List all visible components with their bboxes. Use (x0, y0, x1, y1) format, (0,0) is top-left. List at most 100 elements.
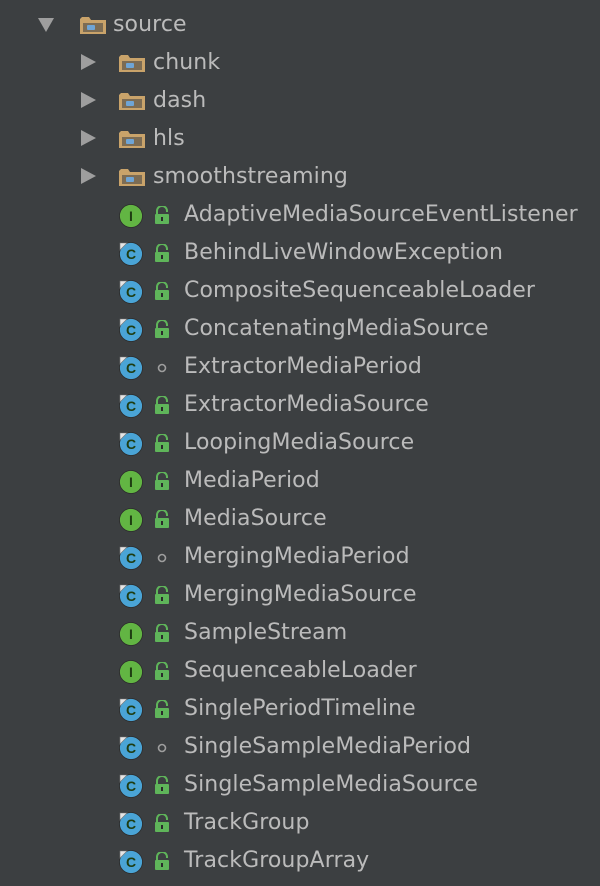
class-icon: C (118, 811, 144, 837)
kind-letter: C (126, 398, 136, 414)
tree-row-ExtractorMediaPeriod[interactable]: C ExtractorMediaPeriod (0, 348, 600, 386)
interface-icon: I (118, 469, 144, 495)
class-icon: C (118, 849, 144, 875)
class-icon: C (118, 773, 144, 799)
class-icon: C (118, 697, 144, 723)
tree-row-SinglePeriodTimeline[interactable]: C SinglePeriodTimeline (0, 690, 600, 728)
tree-row-label: MediaSource (184, 506, 327, 531)
tree-row-label: SampleStream (184, 620, 348, 645)
class-icon: C (118, 735, 144, 761)
tree-row-LoopingMediaSource[interactable]: C LoopingMediaSource (0, 424, 600, 462)
unlocked-icon (153, 319, 171, 339)
kind-letter: I (129, 208, 133, 224)
unlocked-icon (153, 623, 171, 643)
tree-row-MergingMediaPeriod[interactable]: C MergingMediaPeriod (0, 538, 600, 576)
unlocked-icon (153, 281, 171, 301)
tree-row-CompositeSequenceableLoader[interactable]: C CompositeSequenceableLoader (0, 272, 600, 310)
chevron-right-icon[interactable] (81, 54, 96, 70)
kind-letter: C (126, 436, 136, 452)
folder-icon (118, 130, 146, 149)
tree-row-TrackGroupArray[interactable]: C TrackGroupArray (0, 842, 600, 880)
tree-row-label: SingleSampleMediaPeriod (184, 734, 472, 759)
kind-letter: C (126, 284, 136, 300)
tree-row-label: MediaPeriod (184, 468, 320, 493)
tree-row-label: ConcatenatingMediaSource (184, 316, 489, 341)
kind-letter: C (126, 360, 136, 376)
unlocked-icon (153, 699, 171, 719)
tree-row-AdaptiveMediaSourceEventListener[interactable]: I AdaptiveMediaSourceEventListener (0, 196, 600, 234)
class-icon: C (118, 241, 144, 267)
kind-letter: C (126, 854, 136, 870)
chevron-right-icon[interactable] (81, 168, 96, 184)
tree-row-chunk[interactable]: chunk (0, 44, 600, 82)
tree-row-label: CompositeSequenceableLoader (184, 278, 536, 303)
folder-icon (118, 54, 146, 73)
tree-row-label: MergingMediaPeriod (184, 544, 410, 569)
interface-icon: I (118, 659, 144, 685)
tree-row-TrackGroup[interactable]: C TrackGroup (0, 804, 600, 842)
tree-row-label: LoopingMediaSource (184, 430, 415, 455)
kind-letter: C (126, 740, 136, 756)
folder-icon (118, 168, 146, 187)
tree-row-SampleStream[interactable]: I SampleStream (0, 614, 600, 652)
tree-row-dash[interactable]: dash (0, 82, 600, 120)
tree-row-ConcatenatingMediaSource[interactable]: C ConcatenatingMediaSource (0, 310, 600, 348)
unlocked-icon (153, 585, 171, 605)
tree-row-BehindLiveWindowException[interactable]: C BehindLiveWindowException (0, 234, 600, 272)
tree-row-label: TrackGroupArray (184, 848, 370, 873)
folder-icon (79, 16, 107, 35)
kind-letter: C (126, 322, 136, 338)
kind-letter: C (126, 588, 136, 604)
tree-row-label: ExtractorMediaSource (184, 392, 429, 417)
unlocked-icon (153, 243, 171, 263)
class-icon: C (118, 279, 144, 305)
tree-row-MediaSource[interactable]: I MediaSource (0, 500, 600, 538)
tree-row-label: BehindLiveWindowException (184, 240, 504, 265)
kind-letter: C (126, 816, 136, 832)
tree-row-SingleSampleMediaSource[interactable]: C SingleSampleMediaSource (0, 766, 600, 804)
tree-row-label: smoothstreaming (153, 164, 348, 189)
unlocked-icon (153, 395, 171, 415)
tree-row-ExtractorMediaSource[interactable]: C ExtractorMediaSource (0, 386, 600, 424)
tree-row-hls[interactable]: hls (0, 120, 600, 158)
kind-letter: C (126, 246, 136, 262)
class-icon: C (118, 393, 144, 419)
tree-row-SequenceableLoader[interactable]: I SequenceableLoader (0, 652, 600, 690)
unlocked-icon (153, 851, 171, 871)
tree-row-label: MergingMediaSource (184, 582, 417, 607)
tree-row-MergingMediaSource[interactable]: C MergingMediaSource (0, 576, 600, 614)
kind-letter: C (126, 550, 136, 566)
class-icon: C (118, 431, 144, 457)
unlocked-icon (153, 205, 171, 225)
tree-row-source[interactable]: source (0, 6, 600, 44)
tree-row-label: dash (153, 88, 207, 113)
tree-row-label: SinglePeriodTimeline (184, 696, 416, 721)
tree-row-SingleSampleMediaPeriod[interactable]: C SingleSampleMediaPeriod (0, 728, 600, 766)
tree-row-label: SequenceableLoader (184, 658, 417, 683)
tree-row-label: hls (153, 126, 185, 151)
class-icon: C (118, 583, 144, 609)
package-private-icon (153, 548, 171, 567)
tree-row-smoothstreaming[interactable]: smoothstreaming (0, 158, 600, 196)
tree-row-label: SingleSampleMediaSource (184, 772, 479, 797)
kind-letter: I (129, 664, 133, 680)
kind-letter: I (129, 512, 133, 528)
unlocked-icon (153, 661, 171, 681)
chevron-down-icon[interactable] (38, 18, 54, 32)
unlocked-icon (153, 813, 171, 833)
unlocked-icon (153, 509, 171, 529)
kind-letter: I (129, 626, 133, 642)
chevron-right-icon[interactable] (81, 92, 96, 108)
chevron-right-icon[interactable] (81, 130, 96, 146)
class-icon: C (118, 545, 144, 571)
class-icon: C (118, 355, 144, 381)
tree-row-label: chunk (153, 50, 221, 75)
kind-letter: C (126, 702, 136, 718)
kind-letter: C (126, 778, 136, 794)
folder-icon (118, 92, 146, 111)
tree-row-label: TrackGroup (184, 810, 310, 835)
kind-letter: I (129, 474, 133, 490)
tree-row-MediaPeriod[interactable]: I MediaPeriod (0, 462, 600, 500)
class-icon: C (118, 317, 144, 343)
unlocked-icon (153, 471, 171, 491)
